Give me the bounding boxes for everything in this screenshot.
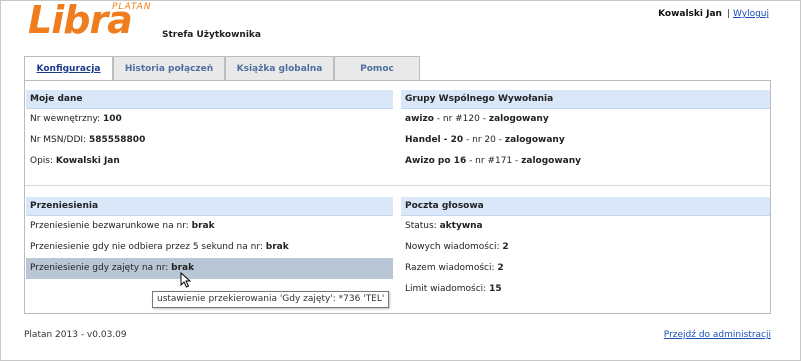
group-status: zalogowany bbox=[521, 156, 582, 166]
row-label: Przeniesienie bezwarunkowe na nr: bbox=[30, 221, 189, 231]
row-value: 2 bbox=[497, 263, 504, 273]
logo-platan: PLATAN bbox=[112, 2, 152, 12]
user-name: Kowalski Jan bbox=[658, 9, 722, 19]
row-label: Nr MSN/DDI: bbox=[30, 135, 87, 145]
voicemail-row: Nowych wiadomości: 2 bbox=[401, 237, 770, 258]
voicemail-row: Limit wiadomości: 15 bbox=[401, 279, 770, 300]
voicemail-row: Razem wiadomości: 2 bbox=[401, 258, 770, 279]
row-value: 585558800 bbox=[88, 135, 146, 145]
group-number: - nr 20 - bbox=[463, 135, 505, 145]
info-row: Nr MSN/DDI: 585558800 bbox=[26, 130, 393, 151]
row-value: Kowalski Jan bbox=[55, 156, 120, 166]
group-row: Handel - 20 - nr 20 - zalogowany bbox=[401, 130, 770, 151]
group-name: Awizo po 16 bbox=[405, 156, 467, 166]
group-row: Awizo po 16 - nr #171 - zalogowany bbox=[401, 151, 770, 172]
info-row: Opis: Kowalski Jan bbox=[26, 151, 393, 172]
row-label: Limit wiadomości: bbox=[405, 284, 487, 294]
row-label: Razem wiadomości: bbox=[405, 263, 495, 273]
group-number: - nr #171 - bbox=[466, 156, 522, 166]
grupy-title: Grupy Wspólnego Wywołania bbox=[401, 90, 770, 109]
user-area: Kowalski Jan | Wyloguj bbox=[658, 9, 769, 19]
libra-logo: Libra PLATAN bbox=[28, 0, 160, 42]
row-label: Przeniesienie gdy nie odbiera przez 5 se… bbox=[30, 242, 263, 252]
tab-historia-polaczen[interactable]: Historia połączeń bbox=[113, 56, 225, 80]
zone-label: Strefa Użytkownika bbox=[162, 30, 261, 40]
logout-link[interactable]: Wyloguj bbox=[733, 9, 769, 19]
group-status: zalogowany bbox=[504, 135, 565, 145]
tab-bar: Konfiguracja Historia połączeń Książka g… bbox=[24, 56, 420, 81]
group-name: Handel - 20 bbox=[405, 135, 464, 145]
group-row: awizo - nr #120 - zalogowany bbox=[401, 109, 770, 130]
voicemail-row: Status: aktywna bbox=[401, 216, 770, 237]
przeniesienia-section: Przeniesienia Przeniesienie bezwarunkowe… bbox=[26, 197, 393, 279]
row-value: 100 bbox=[103, 114, 122, 124]
przeniesienia-title: Przeniesienia bbox=[26, 197, 393, 216]
user-separator: | bbox=[726, 9, 730, 19]
row-label: Status: bbox=[405, 221, 437, 231]
tab-konfiguracja[interactable]: Konfiguracja bbox=[24, 56, 113, 81]
row-label: Opis: bbox=[30, 156, 54, 166]
config-panel: Moje dane Nr wewnętrzny: 100 Nr MSN/DDI:… bbox=[24, 80, 771, 314]
footer-version: Platan 2013 - v0.03.09 bbox=[24, 330, 127, 340]
forward-row-busy[interactable]: Przeniesienie gdy zajęty na nr: brak bbox=[26, 258, 393, 279]
grupy-section: Grupy Wspólnego Wywołania awizo - nr #12… bbox=[401, 90, 770, 172]
row-label: Nowych wiadomości: bbox=[405, 242, 500, 252]
forward-busy-tooltip: ustawienie przekierowania 'Gdy zajęty': … bbox=[152, 291, 390, 308]
poczta-section: Poczta głosowa Status: aktywna Nowych wi… bbox=[401, 197, 770, 300]
group-name: awizo bbox=[405, 114, 434, 124]
row-value: 2 bbox=[502, 242, 509, 252]
tab-ksiazka-globalna[interactable]: Książka globalna bbox=[225, 56, 334, 80]
forward-row-no-answer[interactable]: Przeniesienie gdy nie odbiera przez 5 se… bbox=[26, 237, 393, 258]
row-label: Nr wewnętrzny: bbox=[30, 114, 101, 124]
forward-row-unconditional[interactable]: Przeniesienie bezwarunkowe na nr: brak bbox=[26, 216, 393, 237]
row-value: brak bbox=[191, 221, 215, 231]
row-value: aktywna bbox=[439, 221, 483, 231]
moje-dane-title: Moje dane bbox=[26, 90, 393, 109]
moje-dane-section: Moje dane Nr wewnętrzny: 100 Nr MSN/DDI:… bbox=[26, 90, 393, 172]
admin-link[interactable]: Przejdź do administracji bbox=[664, 330, 771, 340]
row-value: 15 bbox=[489, 284, 502, 294]
poczta-title: Poczta głosowa bbox=[401, 197, 770, 216]
section-divider bbox=[25, 185, 770, 186]
mouse-pointer-icon bbox=[180, 272, 192, 288]
row-value: brak bbox=[265, 242, 289, 252]
info-row: Nr wewnętrzny: 100 bbox=[26, 109, 393, 130]
tab-pomoc[interactable]: Pomoc bbox=[334, 56, 420, 80]
group-status: zalogowany bbox=[488, 114, 549, 124]
row-label: Przeniesienie gdy zajęty na nr: bbox=[30, 263, 169, 273]
group-number: - nr #120 - bbox=[433, 114, 489, 124]
